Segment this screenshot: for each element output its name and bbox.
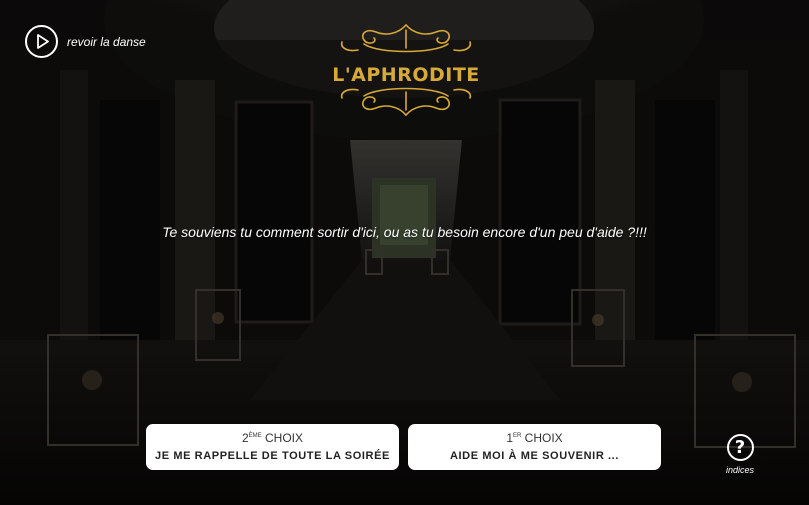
replay-label: revoir la danse [67, 34, 146, 49]
help-icon: ? [726, 434, 754, 461]
choice-1-label: AIDE MOI À ME SOUVENIR ... [449, 450, 619, 462]
choice-1-button[interactable]: 1ER CHOIX AIDE MOI À ME SOUVENIR ... [408, 424, 661, 470]
choice-2-label: JE ME RAPPELLE DE TOUTE LA SOIRÉE [155, 450, 390, 462]
hints-label: indices [725, 465, 754, 475]
logo-title: L'APHRODITE [332, 64, 480, 86]
aphrodite-logo: L'APHRODITE [318, 22, 494, 118]
play-icon [25, 25, 58, 58]
question-text: Te souviens tu comment sortir d'ici, ou … [162, 224, 647, 240]
choice-2-heading: 2ÈME CHOIX [241, 431, 304, 445]
replay-dance-button[interactable]: revoir la danse [25, 25, 146, 58]
choice-1-heading: 1ER CHOIX [506, 431, 563, 445]
choice-2-button[interactable]: 2ÈME CHOIX JE ME RAPPELLE DE TOUTE LA SO… [146, 424, 399, 470]
game-screen: revoir la danse L'APHRODITE Te souviens … [0, 0, 809, 505]
hints-button[interactable]: ? indices [722, 434, 758, 475]
